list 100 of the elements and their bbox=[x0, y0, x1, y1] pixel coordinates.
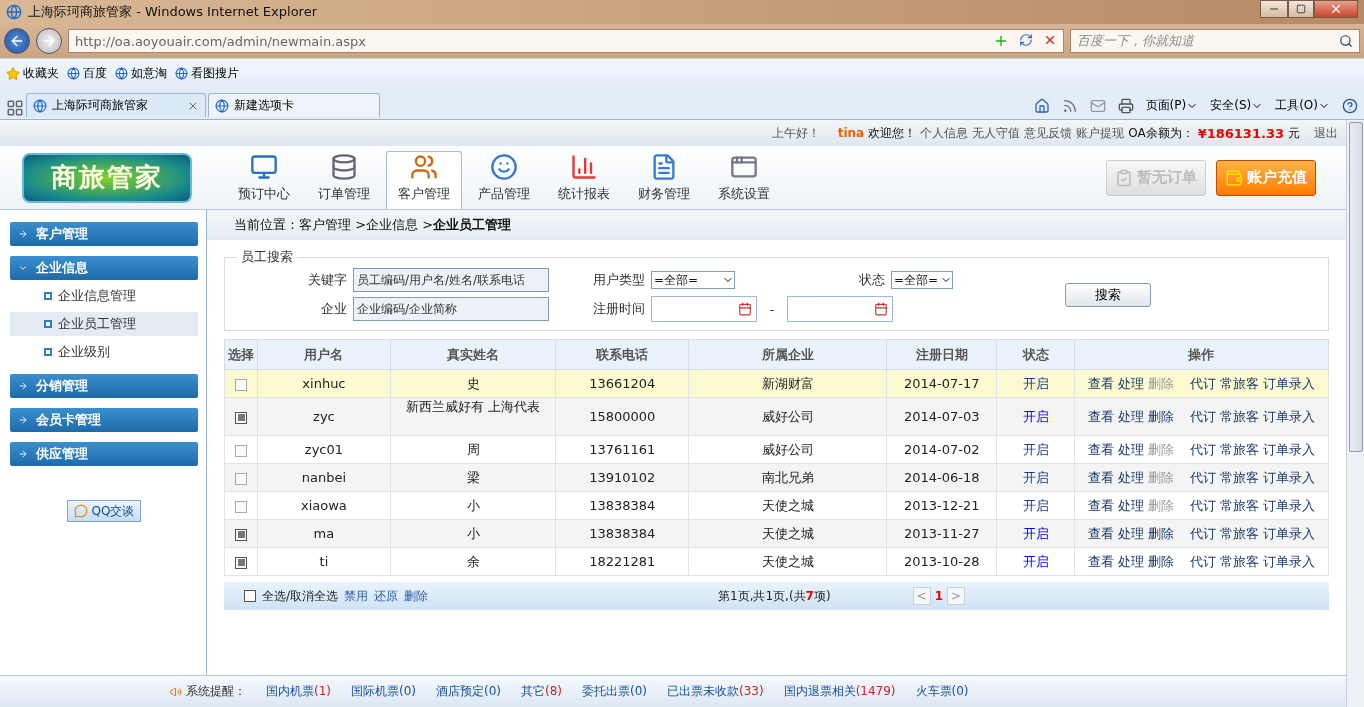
command-menu[interactable]: 工具(O) bbox=[1275, 97, 1330, 114]
maximize-button[interactable] bbox=[1288, 0, 1314, 18]
help-icon[interactable] bbox=[1342, 97, 1358, 114]
action-link[interactable]: 查看 bbox=[1087, 468, 1114, 487]
action-link[interactable]: 查看 bbox=[1087, 496, 1114, 515]
favorite-link[interactable]: 百度 bbox=[67, 65, 107, 82]
reminder-link[interactable]: 已出票未收款(33) bbox=[667, 683, 764, 700]
nav-tab[interactable]: 财务管理 bbox=[626, 151, 702, 209]
scrollbar-thumb[interactable] bbox=[1348, 122, 1363, 452]
action-link[interactable]: 代订 bbox=[1189, 407, 1216, 426]
account-link[interactable]: 无人守值 bbox=[972, 124, 1021, 142]
action-link[interactable]: 查看 bbox=[1087, 440, 1114, 459]
sidebar-item[interactable]: 企业信息管理 bbox=[10, 284, 198, 308]
action-link[interactable]: 订单录入 bbox=[1262, 524, 1315, 543]
browser-tab[interactable]: 上海际珂商旅管家 bbox=[26, 93, 206, 117]
stop-icon[interactable] bbox=[1043, 33, 1057, 47]
action-link[interactable]: 处理 bbox=[1117, 524, 1144, 543]
chat-button[interactable]: QQ交谈 bbox=[66, 500, 142, 522]
refresh-icon[interactable] bbox=[1019, 33, 1033, 47]
sidebar-item[interactable]: 企业级别 bbox=[10, 340, 198, 364]
action-link[interactable]: 常旅客 bbox=[1219, 524, 1259, 543]
status-link[interactable]: 开启 bbox=[1022, 441, 1049, 457]
bulk-action-link[interactable]: 禁用 bbox=[344, 587, 369, 605]
status-link[interactable]: 开启 bbox=[1022, 408, 1049, 424]
search-icon[interactable] bbox=[1339, 34, 1353, 48]
back-button[interactable] bbox=[4, 28, 30, 54]
reminder-link[interactable]: 酒店预定(0) bbox=[436, 683, 501, 700]
date-field[interactable] bbox=[787, 296, 893, 322]
tab-list-icon[interactable] bbox=[6, 99, 24, 117]
company-field[interactable]: 企业编码/企业简称 bbox=[353, 297, 549, 321]
action-link[interactable]: 删除 bbox=[1147, 407, 1174, 426]
status-link[interactable]: 开启 bbox=[1022, 375, 1049, 391]
action-link[interactable]: 处理 bbox=[1117, 440, 1144, 459]
favorite-link[interactable]: 如意淘 bbox=[115, 65, 167, 82]
reminder-link[interactable]: 国内退票相关(1479) bbox=[783, 683, 896, 700]
bulk-action-link[interactable]: 还原 bbox=[374, 587, 399, 605]
status-link[interactable]: 开启 bbox=[1022, 469, 1049, 485]
minimize-button[interactable] bbox=[1260, 0, 1288, 18]
status-link[interactable]: 开启 bbox=[1022, 553, 1049, 569]
action-link[interactable]: 常旅客 bbox=[1219, 374, 1259, 393]
action-link[interactable]: 处理 bbox=[1117, 407, 1144, 426]
nav-tab[interactable]: 统计报表 bbox=[546, 151, 622, 209]
date-field[interactable] bbox=[651, 296, 757, 322]
action-link[interactable]: 常旅客 bbox=[1219, 552, 1259, 571]
action-link[interactable]: 查看 bbox=[1087, 524, 1114, 543]
browser-tab[interactable]: 新建选项卡 bbox=[208, 93, 380, 117]
action-link[interactable]: 订单录入 bbox=[1262, 496, 1315, 515]
favorite-link[interactable]: 看图搜片 bbox=[175, 65, 239, 82]
reminder-link[interactable]: 国际机票(0) bbox=[351, 683, 416, 700]
row-checkbox[interactable] bbox=[235, 444, 248, 457]
action-link[interactable]: 代订 bbox=[1189, 468, 1216, 487]
sidebar-item[interactable]: 企业员工管理 bbox=[10, 312, 198, 336]
account-link[interactable]: 个人信息 bbox=[920, 124, 969, 142]
row-checkbox[interactable] bbox=[235, 411, 248, 424]
action-link[interactable]: 订单录入 bbox=[1262, 552, 1315, 571]
favorite-link[interactable]: 收藏夹 bbox=[6, 65, 59, 82]
current-page[interactable]: 1 bbox=[934, 589, 943, 603]
command-menu[interactable]: 安全(S) bbox=[1210, 97, 1264, 114]
action-link[interactable]: 查看 bbox=[1087, 407, 1114, 426]
reminder-link[interactable]: 国内机票(1) bbox=[266, 683, 331, 700]
reminder-link[interactable]: 委托出票(0) bbox=[582, 683, 647, 700]
search-field[interactable]: 百度一下，你就知道 bbox=[1070, 29, 1360, 53]
calendar-icon[interactable] bbox=[738, 302, 752, 316]
action-link[interactable]: 删除 bbox=[1147, 524, 1174, 543]
action-link[interactable]: 订单录入 bbox=[1262, 407, 1315, 426]
reminder-link[interactable]: 其它(8) bbox=[521, 683, 562, 700]
action-link[interactable]: 处理 bbox=[1117, 552, 1144, 571]
print-icon[interactable] bbox=[1117, 97, 1134, 114]
nav-tab[interactable]: 订单管理 bbox=[306, 151, 382, 209]
sidebar-group[interactable]: 客户管理 bbox=[10, 222, 198, 246]
action-link[interactable]: 处理 bbox=[1117, 374, 1144, 393]
action-link[interactable]: 常旅客 bbox=[1219, 496, 1259, 515]
action-link[interactable]: 删除 bbox=[1147, 552, 1174, 571]
action-link[interactable]: 代订 bbox=[1189, 524, 1216, 543]
action-link[interactable]: 代订 bbox=[1189, 496, 1216, 515]
search-button[interactable]: 搜索 bbox=[1064, 283, 1151, 307]
action-link[interactable]: 处理 bbox=[1117, 468, 1144, 487]
user-type-select[interactable]: =全部= bbox=[651, 271, 735, 289]
action-link[interactable]: 代订 bbox=[1189, 552, 1216, 571]
feed-icon[interactable] bbox=[1061, 97, 1078, 114]
calendar-icon[interactable] bbox=[874, 302, 888, 316]
action-link[interactable]: 代订 bbox=[1189, 440, 1216, 459]
select-all-checkbox[interactable] bbox=[244, 590, 256, 602]
action-link[interactable]: 处理 bbox=[1117, 496, 1144, 515]
home-icon[interactable] bbox=[1033, 97, 1050, 114]
status-select[interactable]: =全部= bbox=[891, 271, 953, 289]
row-checkbox[interactable] bbox=[235, 378, 248, 391]
nav-tab[interactable]: 预订中心 bbox=[226, 151, 302, 209]
keyword-field[interactable]: 员工编码/用户名/姓名/联系电话 bbox=[353, 268, 549, 292]
action-link[interactable]: 常旅客 bbox=[1219, 468, 1259, 487]
action-link[interactable]: 查看 bbox=[1087, 552, 1114, 571]
bulk-action-link[interactable]: 删除 bbox=[404, 587, 429, 605]
action-link[interactable]: 订单录入 bbox=[1262, 374, 1315, 393]
status-link[interactable]: 开启 bbox=[1022, 497, 1049, 513]
status-link[interactable]: 开启 bbox=[1022, 525, 1049, 541]
row-checkbox[interactable] bbox=[235, 472, 248, 485]
address-field[interactable]: http://oa.aoyouair.com/admin/newmain.aspx bbox=[68, 29, 1064, 53]
sidebar-group[interactable]: 供应管理 bbox=[10, 442, 198, 466]
close-button[interactable] bbox=[1314, 0, 1358, 18]
reminder-link[interactable]: 火车票(0) bbox=[915, 683, 969, 700]
